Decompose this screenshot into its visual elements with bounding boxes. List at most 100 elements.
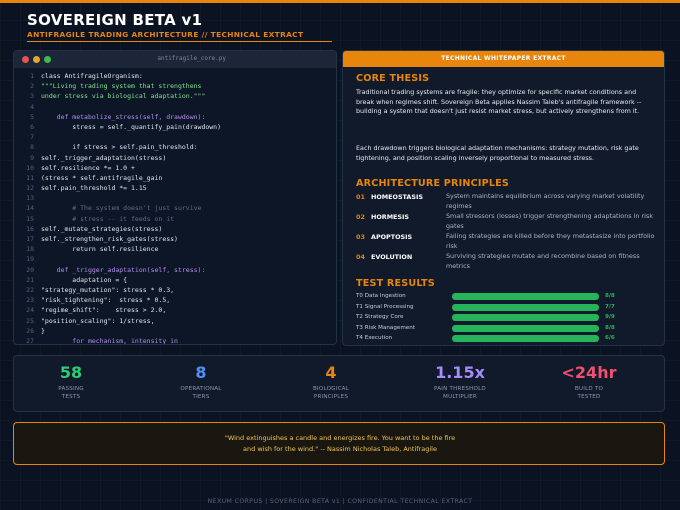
code-line: 2 """Living trading system that strengthe… <box>14 81 336 91</box>
test-result-row: T3 Risk Management 8/8 <box>356 324 656 334</box>
code-line-text: self._mutate_strategies(stress) <box>41 224 163 233</box>
principle-number: 01 <box>356 193 365 201</box>
window-maximize-dot-icon[interactable] <box>44 56 51 63</box>
code-line-text: "position_scaling": 1/stress, <box>41 316 155 325</box>
code-line: 19 <box>14 254 336 264</box>
code-editor-titlebar: antifragile_core.py <box>14 51 336 68</box>
code-line-text: for mechanism, intensity in <box>41 336 178 345</box>
stat-label-line-1: BUILD TO <box>574 386 604 392</box>
code-line: 8 if stress > self.pain_threshold: <box>14 142 336 152</box>
code-line: 27 for mechanism, intensity in <box>14 336 336 345</box>
stat-value: <24hr <box>561 363 617 382</box>
test-name: T4 Execution <box>356 335 393 342</box>
principle-row: 03 APOPTOSIS Failing strategies are killed… <box>356 232 656 252</box>
code-line-text: def metabolize_stress(self, drawdown): <box>41 112 206 121</box>
code-line-number: 25 <box>26 316 34 325</box>
code-line-number: 6 <box>30 122 34 131</box>
code-line: 15 # stress -- it feeds on it <box>14 214 336 224</box>
code-line-text: self.pain_threshold *= 1.15 <box>41 184 147 193</box>
test-score: 9/9 <box>605 314 615 321</box>
stat-item: 1.15x PAIN THRESHOLD MULTIPLIER <box>395 363 525 401</box>
code-line-text: (stress * self.antifragile_gain <box>41 173 163 182</box>
code-line: 10 self.resilience *= 1.0 + <box>14 163 336 173</box>
code-line-text: stress = self._quantify_pain(drawdown) <box>41 122 222 131</box>
code-line: 13 <box>14 193 336 203</box>
principle-description: Failing strategies are killed before the… <box>446 232 655 250</box>
test-results-heading: TEST RESULTS <box>356 278 435 289</box>
principle-description: Small stressors (losses) trigger strengt… <box>446 212 653 230</box>
code-line-number: 10 <box>26 163 34 172</box>
code-line-text: adaptation = { <box>41 275 128 284</box>
page-title: SOVEREIGN BETA v1 <box>27 11 203 29</box>
code-line: 9 self._trigger_adaptation(stress) <box>14 153 336 163</box>
code-line-number: 18 <box>26 245 34 254</box>
stat-label-line-2: MULTIPLIER <box>443 394 477 400</box>
code-line-number: 1 <box>30 72 34 80</box>
code-line: 3 under stress via biological adaptation.… <box>14 91 336 101</box>
test-score: 8/8 <box>605 293 615 299</box>
code-line: 4 <box>14 102 336 112</box>
code-line: 20 def _trigger_adaptation(self, stress)… <box>14 265 336 275</box>
principle-name: HORMESIS <box>371 213 410 221</box>
code-line: 5 def metabolize_stress(self, drawdown): <box>14 112 336 122</box>
test-progress-fill <box>452 303 599 311</box>
test-name: T1 Signal Processing <box>356 303 414 310</box>
code-line: 17 self._strengthen_risk_gates(stress) <box>14 234 336 244</box>
test-progress-bar <box>452 335 599 343</box>
code-editor-panel: antifragile_core.py 1 class AntifragileOr… <box>13 50 337 345</box>
code-line: 23 "risk_tightening": stress * 0.5, <box>14 295 336 305</box>
test-score: 6/6 <box>605 335 615 342</box>
code-line-number: 13 <box>26 194 34 203</box>
test-progress-fill <box>452 314 599 322</box>
code-line-text: self._trigger_adaptation(stress) <box>41 153 167 162</box>
code-line-number: 19 <box>26 255 34 264</box>
test-progress-bar <box>452 303 599 311</box>
code-line-number: 16 <box>26 224 34 233</box>
code-line-number: 17 <box>26 235 34 243</box>
test-progress-fill <box>452 324 599 332</box>
code-line-text: "risk_tightening": stress * 0.5, <box>41 296 171 305</box>
stat-value: 8 <box>195 363 207 382</box>
test-result-row: T1 Signal Processing 7/7 <box>356 303 656 313</box>
quote-box: "Wind extinguishes a candle and energize… <box>13 422 665 465</box>
stat-item: 4 BIOLOGICAL PRINCIPLES <box>266 363 396 401</box>
code-line: 18 return self.resilience <box>14 244 336 254</box>
code-line-number: 12 <box>26 184 34 193</box>
code-line: 25 "position_scaling": 1/stress, <box>14 316 336 326</box>
window-close-dot-icon[interactable] <box>22 56 29 63</box>
stat-label-line-1: PAIN THRESHOLD <box>434 386 486 392</box>
code-line-text: } <box>41 326 45 335</box>
stat-item: 58 PASSING TESTS <box>6 363 136 401</box>
stat-value: 4 <box>325 363 337 382</box>
window-minimize-dot-icon[interactable] <box>33 56 40 63</box>
code-line-text: return self.resilience <box>41 245 159 254</box>
quote-line-1: "Wind extinguishes a candle and energize… <box>224 434 456 442</box>
code-line-number: 21 <box>26 275 34 284</box>
core-thesis-paragraph-1: Traditional trading systems are fragile:… <box>356 88 642 116</box>
principle-number: 02 <box>356 213 365 221</box>
quote-text: "Wind extinguishes a candle and energize… <box>14 433 666 455</box>
stat-item: <24hr BUILD TO TESTED <box>524 363 654 401</box>
test-result-row: T5 Analytics7/7 <box>356 345 656 346</box>
stat-value: 1.15x <box>435 363 485 382</box>
stat-label-line-1: PASSING <box>58 386 84 392</box>
test-progress-bar <box>452 324 599 332</box>
core-thesis-heading: CORE THESIS <box>356 73 430 84</box>
code-line-text: """Living trading system that strengthen… <box>41 82 202 91</box>
code-line-number: 26 <box>26 326 34 335</box>
code-line: 12 self.pain_threshold *= 1.15 <box>14 183 336 193</box>
page-subtitle: ANTIFRAGILE TRADING ARCHITECTURE // TECH… <box>27 30 304 39</box>
code-line-number: 20 <box>26 265 34 274</box>
code-line-number: 8 <box>30 143 34 152</box>
code-line-text: "strategy_mutation": stress * 0.3, <box>41 285 175 294</box>
stat-label-line-2: TESTED <box>577 394 601 400</box>
footer-text: NEXUM CORPUS | SOVEREIGN BETA v1 | CONFI… <box>207 498 473 505</box>
subtitle-divider <box>27 41 332 42</box>
code-body: 1 class AntifragileOrganism: 2 """Living tr… <box>14 68 336 345</box>
code-line-text: self.resilience *= 1.0 + <box>41 163 135 172</box>
test-progress-bar <box>452 314 599 322</box>
code-line-number: 22 <box>26 285 34 294</box>
stat-label-line-1: BIOLOGICAL <box>312 386 350 392</box>
code-line-number: 27 <box>26 336 34 345</box>
principle-number: 03 <box>356 233 365 241</box>
